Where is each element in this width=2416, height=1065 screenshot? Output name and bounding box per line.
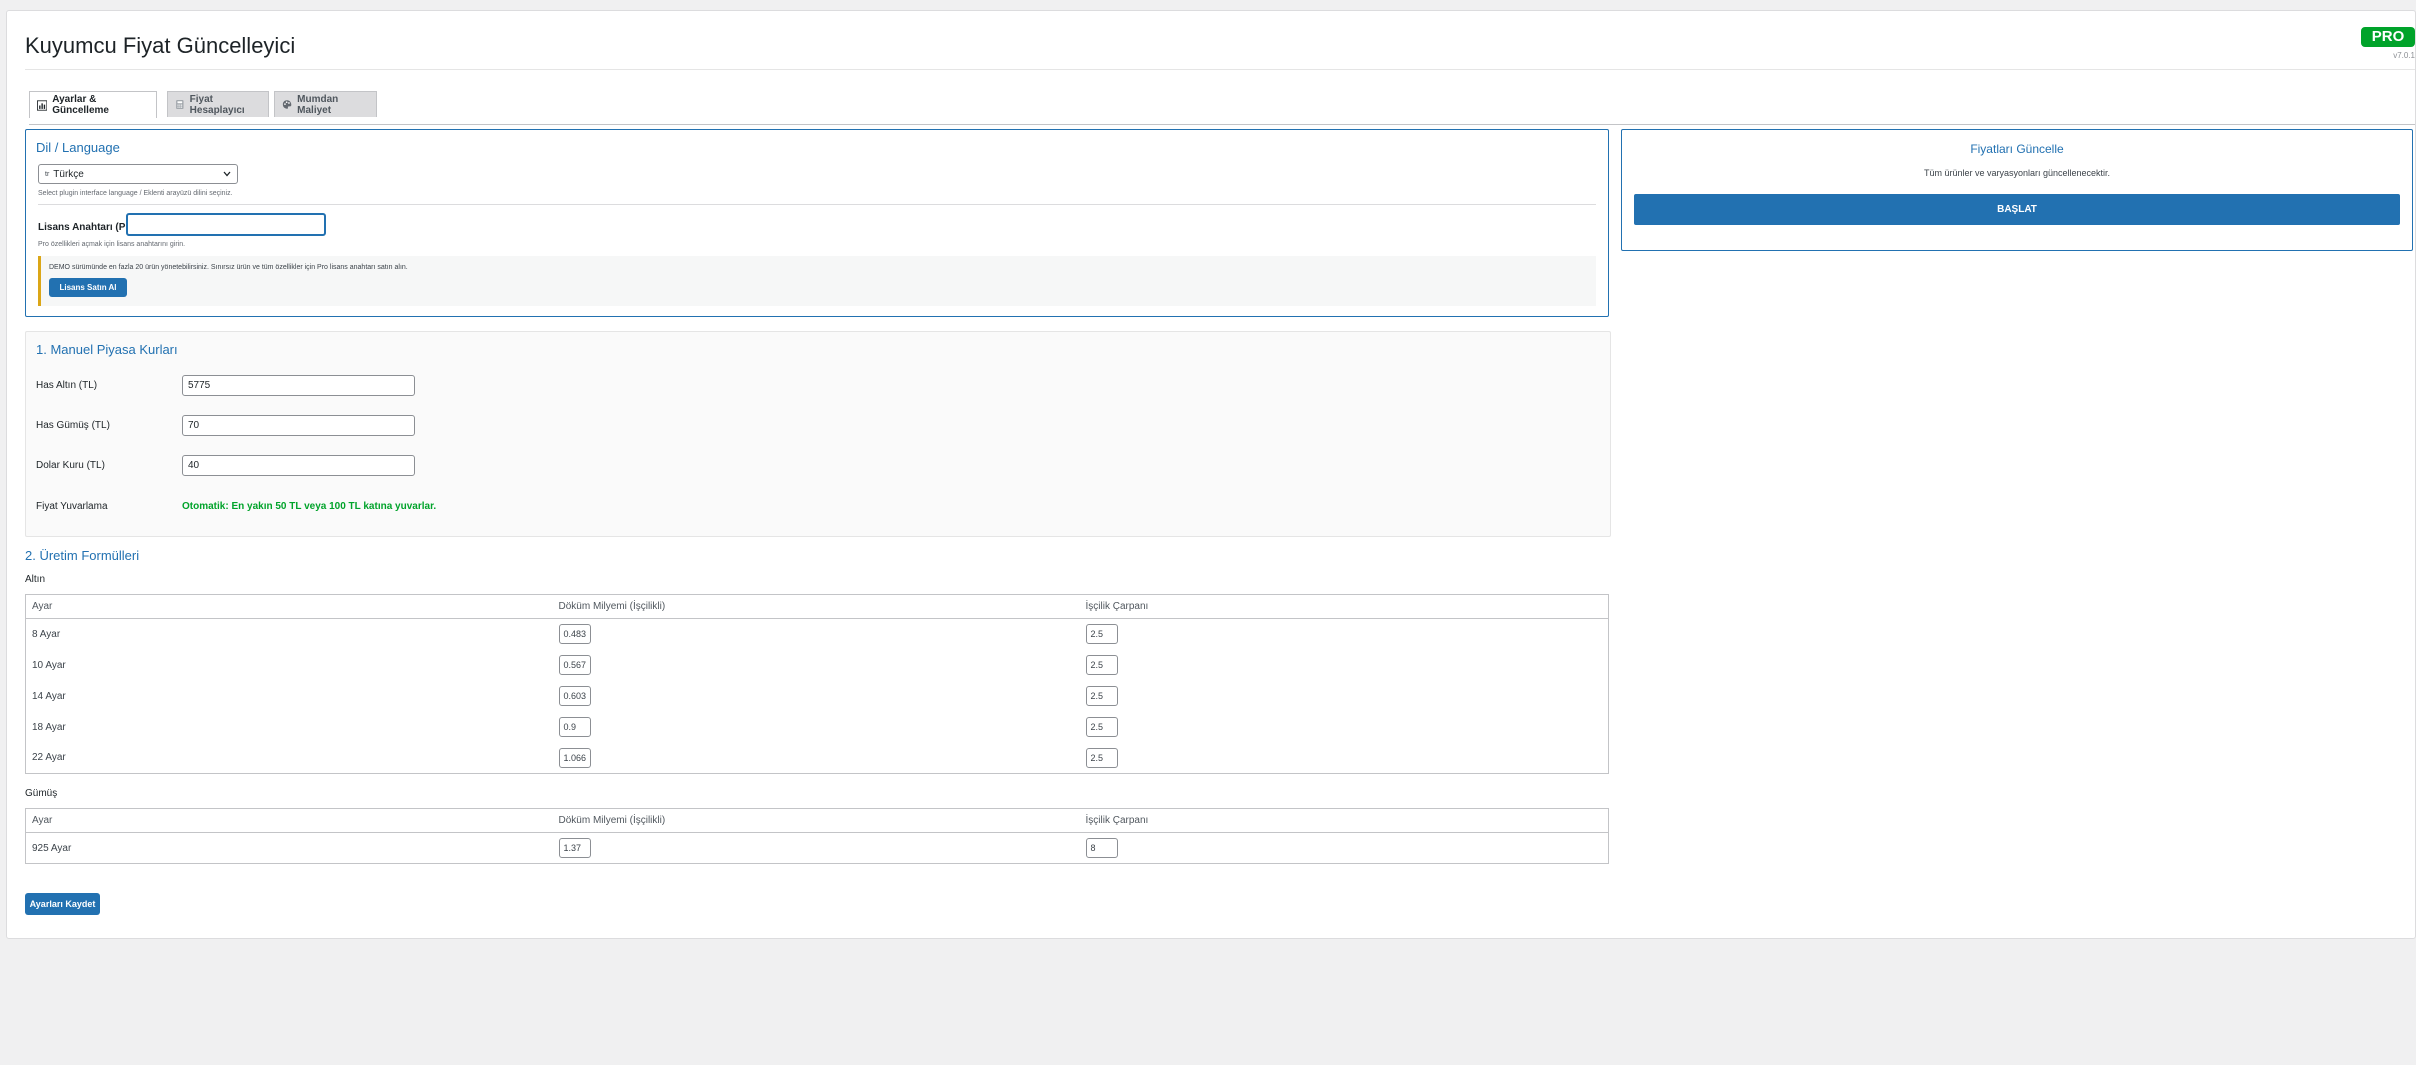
- carpan-input[interactable]: 2.5: [1085, 686, 1118, 706]
- market-rates-panel: 1. Manuel Piyasa Kurları Has Altın (TL) …: [25, 331, 1611, 537]
- plugin-page: Kuyumcu Fiyat Güncelleyici PRO v7.0.1 Ay…: [6, 10, 2416, 939]
- start-update-button[interactable]: BAŞLAT: [1634, 194, 2400, 225]
- carpan-input[interactable]: 2.5: [1085, 655, 1118, 675]
- table-row: 925 Ayar 1.37 8: [26, 833, 1609, 864]
- col-ayar: Ayar: [25, 594, 553, 619]
- table-row: 14 Ayar 0.603 2.5: [26, 681, 1609, 712]
- panel-divider: [38, 204, 1596, 205]
- language-selected: Türkçe: [53, 168, 84, 180]
- col-milyem: Döküm Milyemi (İşçilikli): [552, 594, 1080, 619]
- tab-wax-cost[interactable]: Mumdan Maliyet: [274, 91, 377, 117]
- gold-section-label: Altın: [25, 574, 46, 585]
- milyem-input[interactable]: 1.37: [558, 838, 591, 858]
- gold-rate-label: Has Altın (TL): [36, 380, 98, 391]
- buy-license-button[interactable]: Lisans Satın Al: [49, 278, 127, 297]
- calculator-icon: [176, 100, 184, 109]
- save-settings-button[interactable]: Ayarları Kaydet: [25, 893, 100, 915]
- update-prices-panel: Fiyatları Güncelle Tüm ürünler ve varyas…: [1621, 129, 2413, 251]
- milyem-input[interactable]: 0.567: [558, 655, 591, 675]
- language-license-panel: Dil / Language tr Türkçe Select plugin i…: [25, 129, 1609, 317]
- version-label: v7.0.1: [2393, 51, 2415, 60]
- flag-icon: tr: [45, 170, 50, 178]
- table-row: 18 Ayar 0.9 2.5: [26, 712, 1609, 743]
- tab-settings[interactable]: Ayarlar & Güncelleme: [29, 91, 157, 118]
- tab-calculator[interactable]: Fiyat Hesaplayıcı: [167, 91, 269, 117]
- col-carpan: İşçilik Çarpanı: [1079, 594, 1609, 619]
- license-key-input[interactable]: [126, 213, 326, 236]
- demo-notice-text: DEMO sürümünde en fazla 20 ürün yönetebi…: [49, 264, 408, 271]
- milyem-input[interactable]: 0.603: [558, 686, 591, 706]
- ayar-cell: 22 Ayar: [32, 752, 66, 764]
- ayar-cell: 925 Ayar: [32, 842, 72, 854]
- market-title: 1. Manuel Piyasa Kurları: [36, 342, 178, 357]
- ayar-cell: 18 Ayar: [32, 721, 66, 733]
- carpan-input[interactable]: 2.5: [1085, 717, 1118, 737]
- col-milyem: Döküm Milyemi (İşçilikli): [552, 808, 1080, 833]
- formulas-title: 2. Üretim Formülleri: [25, 548, 140, 563]
- col-carpan: İşçilik Çarpanı: [1079, 808, 1609, 833]
- col-ayar: Ayar: [25, 808, 553, 833]
- ayar-cell: 8 Ayar: [32, 628, 61, 640]
- palette-icon: [282, 100, 292, 109]
- milyem-input[interactable]: 0.483: [558, 624, 591, 645]
- tab-settings-label: Ayarlar & Güncelleme: [52, 94, 109, 116]
- rounding-value: Otomatik: En yakın 50 TL veya 100 TL kat…: [182, 501, 437, 512]
- table-row: 10 Ayar 0.567 2.5: [26, 650, 1609, 681]
- carpan-input[interactable]: 8: [1085, 838, 1118, 858]
- carpan-input[interactable]: 2.5: [1085, 747, 1118, 768]
- milyem-input[interactable]: 1.066: [558, 747, 591, 768]
- table-header-row: Ayar Döküm Milyemi (İşçilikli) İşçilik Ç…: [25, 808, 1609, 833]
- pro-badge: PRO: [2361, 27, 2415, 47]
- chevron-down-icon: [223, 171, 231, 177]
- table-row: 8 Ayar 0.483 2.5: [26, 619, 1609, 650]
- silver-rate-label: Has Gümüş (TL): [36, 420, 110, 431]
- tab-calculator-label: Fiyat Hesaplayıcı: [189, 93, 245, 116]
- demo-notice: DEMO sürümünde en fazla 20 ürün yönetebi…: [38, 256, 1596, 306]
- milyem-input[interactable]: 0.9: [558, 717, 591, 737]
- ayar-cell: 10 Ayar: [32, 659, 66, 671]
- update-title: Fiyatları Güncelle: [1970, 142, 2064, 156]
- carpan-input[interactable]: 2.5: [1085, 624, 1118, 645]
- ayar-cell: 14 Ayar: [32, 690, 66, 702]
- language-help: Select plugin interface language / Eklen…: [38, 190, 233, 197]
- license-help: Pro özellikleri açmak için lisans anahta…: [38, 241, 186, 248]
- silver-formula-table: Ayar Döküm Milyemi (İşçilikli) İşçilik Ç…: [25, 808, 1609, 864]
- tab-bar: Ayarlar & Güncelleme Fiyat Hesaplayıcı M…: [29, 91, 2415, 125]
- header-divider: [25, 69, 2415, 70]
- gold-rate-input[interactable]: 5775: [182, 375, 415, 396]
- chart-icon: [37, 99, 48, 111]
- language-title: Dil / Language: [36, 140, 120, 155]
- table-row: 22 Ayar 1.066 2.5: [26, 743, 1609, 774]
- update-description: Tüm ürünler ve varyasyonları güncellenec…: [1923, 168, 2111, 178]
- page-title: Kuyumcu Fiyat Güncelleyici: [25, 33, 296, 58]
- silver-rate-input[interactable]: 70: [182, 415, 415, 436]
- tab-wax-cost-label: Mumdan Maliyet: [297, 93, 339, 116]
- dollar-rate-label: Dolar Kuru (TL): [36, 460, 105, 471]
- language-select[interactable]: tr Türkçe: [38, 164, 238, 184]
- dollar-rate-input[interactable]: 40: [182, 455, 415, 476]
- rounding-label: Fiyat Yuvarlama: [36, 501, 108, 512]
- gold-formula-table: Ayar Döküm Milyemi (İşçilikli) İşçilik Ç…: [25, 594, 1609, 774]
- silver-section-label: Gümüş: [25, 788, 58, 799]
- table-header-row: Ayar Döküm Milyemi (İşçilikli) İşçilik Ç…: [25, 594, 1609, 619]
